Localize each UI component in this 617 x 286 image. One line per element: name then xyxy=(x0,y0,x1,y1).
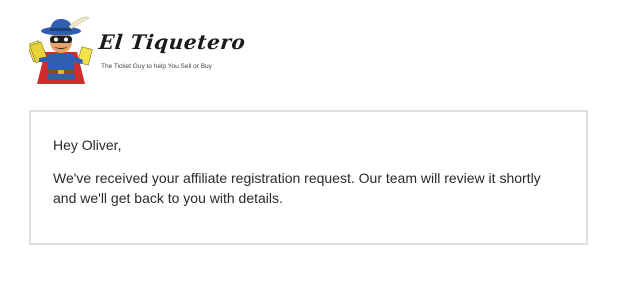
message-body-text: We've received your affiliate registrati… xyxy=(53,170,541,206)
message-card: Hey Oliver, We've received your affiliat… xyxy=(29,110,588,245)
brand-name: El Tiquetero xyxy=(97,30,247,54)
greeting-text: Hey Oliver, xyxy=(53,137,122,153)
masked-ticket-man-mascot-icon xyxy=(29,16,93,84)
brand-tagline: The Ticket Guy to help You Sell or Buy xyxy=(101,63,212,70)
email-header: El Tiquetero The Ticket Guy to help You … xyxy=(29,14,247,86)
